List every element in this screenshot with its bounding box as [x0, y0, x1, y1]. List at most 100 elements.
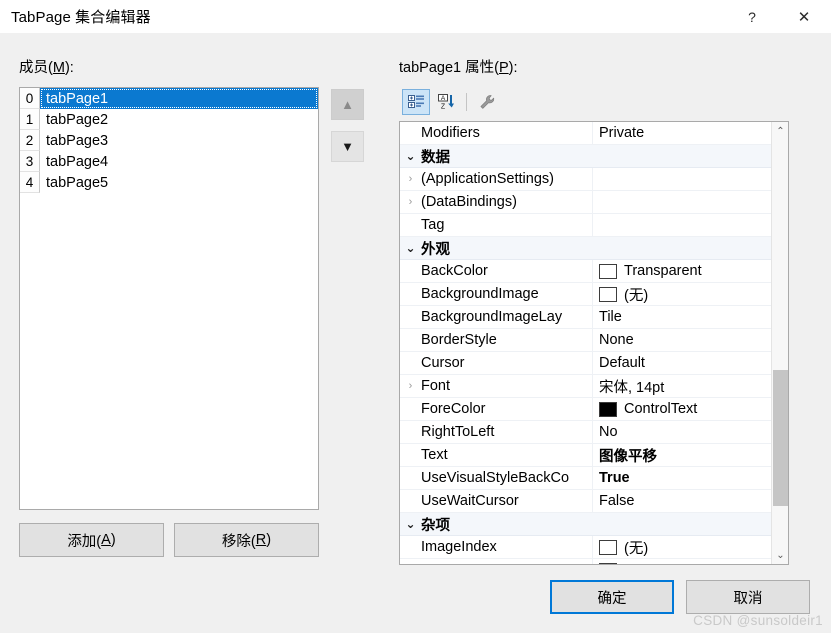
member-list-item[interactable]: 2 tabPage3 — [20, 130, 318, 151]
scrollbar-thumb[interactable] — [773, 370, 788, 506]
add-button-suffix: ) — [110, 532, 116, 548]
property-value[interactable]: True — [593, 467, 772, 489]
property-value[interactable]: None — [593, 329, 772, 351]
arrow-down-icon: ▼ — [341, 139, 354, 154]
property-grid[interactable]: Modifiers Private ⌄ 数据 › (ApplicationSettings… — [399, 121, 789, 565]
color-swatch — [599, 539, 617, 555]
chevron-right-icon[interactable]: › — [400, 191, 421, 213]
expander-spacer — [400, 467, 421, 489]
property-name: 数据 — [421, 149, 450, 166]
property-name: (ApplicationSettings) — [421, 168, 593, 190]
scroll-up-icon[interactable]: ⌃ — [772, 122, 788, 140]
expander-spacer — [400, 398, 421, 420]
ok-button[interactable]: 确定 — [550, 580, 674, 614]
member-list-item[interactable]: 3 tabPage4 — [20, 151, 318, 172]
property-row[interactable]: Text 图像平移 — [400, 444, 772, 467]
member-name: tabPage3 — [40, 130, 318, 151]
property-name: Font — [421, 375, 593, 397]
property-value[interactable]: (无) — [593, 536, 772, 558]
property-row[interactable]: ImageIndex (无) — [400, 536, 772, 559]
property-value[interactable]: Default — [593, 352, 772, 374]
property-category-row[interactable]: ⌄ 杂项 — [400, 513, 772, 536]
property-row[interactable]: UseWaitCursor False — [400, 490, 772, 513]
help-button[interactable]: ? — [729, 0, 775, 33]
property-value-text: (无) — [624, 540, 649, 557]
members-label-prefix: 成员( — [19, 60, 53, 76]
property-name: BorderStyle — [421, 329, 593, 351]
chevron-down-icon[interactable]: ⌄ — [400, 145, 421, 167]
categorized-view-button[interactable] — [402, 89, 430, 115]
members-listbox[interactable]: 0 tabPage1 1 tabPage2 2 tabPage3 3 tabPage4 4 tab… — [19, 87, 319, 510]
expander-spacer — [400, 214, 421, 236]
property-value[interactable]: (无) — [593, 283, 772, 305]
move-up-button[interactable]: ▲ — [331, 89, 364, 120]
property-value[interactable]: 图像平移 — [593, 444, 772, 466]
property-value[interactable] — [593, 237, 772, 259]
cancel-button[interactable]: 取消 — [686, 580, 810, 614]
property-value[interactable]: ControlText — [593, 398, 772, 420]
expander-spacer — [400, 536, 421, 558]
property-value[interactable]: Private — [593, 122, 772, 144]
property-value-text: None — [599, 332, 634, 348]
property-row[interactable]: BackgroundImage (无) — [400, 283, 772, 306]
property-row[interactable]: Tag — [400, 214, 772, 237]
chevron-right-icon[interactable]: › — [400, 168, 421, 190]
alphabetical-sort-button[interactable]: A Z — [432, 89, 460, 115]
remove-button[interactable]: 移除(R) — [174, 523, 319, 557]
member-index: 4 — [20, 172, 40, 193]
scroll-down-icon[interactable]: ⌄ — [772, 546, 788, 564]
property-category-row[interactable]: ⌄ 数据 — [400, 145, 772, 168]
chevron-right-icon[interactable]: › — [400, 375, 421, 397]
member-list-item[interactable]: 1 tabPage2 — [20, 109, 318, 130]
member-name: tabPage1 — [40, 88, 318, 109]
property-value[interactable] — [593, 145, 772, 167]
arrow-up-icon: ▲ — [341, 97, 354, 112]
property-value[interactable]: Transparent — [593, 260, 772, 282]
property-value[interactable] — [593, 559, 772, 564]
property-row[interactable] — [400, 559, 772, 564]
property-value[interactable]: No — [593, 421, 772, 443]
property-name: UseVisualStyleBackCo — [421, 467, 593, 489]
property-row[interactable]: BackColor Transparent — [400, 260, 772, 283]
expander-spacer — [400, 352, 421, 374]
property-name: 杂项 — [421, 517, 450, 534]
properties-label-prefix: tabPage1 属性( — [399, 60, 499, 76]
add-button[interactable]: 添加(A) — [19, 523, 164, 557]
chevron-down-icon[interactable]: ⌄ — [400, 237, 421, 259]
property-row[interactable]: BackgroundImageLay Tile — [400, 306, 772, 329]
move-down-button[interactable]: ▼ — [331, 131, 364, 162]
expander-spacer — [400, 283, 421, 305]
property-pages-button[interactable] — [473, 89, 501, 115]
property-name — [421, 559, 593, 564]
property-value[interactable] — [593, 214, 772, 236]
property-category-row[interactable]: ⌄ 外观 — [400, 237, 772, 260]
property-row[interactable]: ForeColor ControlText — [400, 398, 772, 421]
svg-text:A: A — [440, 95, 445, 102]
property-value[interactable] — [593, 513, 772, 535]
property-grid-scrollbar[interactable]: ⌃ ⌄ — [771, 122, 788, 564]
property-row[interactable]: Cursor Default — [400, 352, 772, 375]
property-value[interactable]: False — [593, 490, 772, 512]
member-index: 3 — [20, 151, 40, 172]
property-row[interactable]: › (DataBindings) — [400, 191, 772, 214]
property-row[interactable]: › (ApplicationSettings) — [400, 168, 772, 191]
sort-az-icon: A Z — [437, 94, 454, 110]
property-name: RightToLeft — [421, 421, 593, 443]
chevron-down-icon[interactable]: ⌄ — [400, 513, 421, 535]
property-row[interactable]: › Font 宋体, 14pt — [400, 375, 772, 398]
property-value[interactable] — [593, 168, 772, 190]
property-row[interactable]: BorderStyle None — [400, 329, 772, 352]
member-index: 0 — [20, 88, 40, 109]
property-value[interactable]: 宋体, 14pt — [593, 375, 772, 397]
property-name: BackColor — [421, 260, 593, 282]
expander-spacer — [400, 122, 421, 144]
close-icon[interactable]: ✕ — [781, 0, 827, 33]
svg-text:Z: Z — [440, 104, 445, 110]
property-value[interactable]: Tile — [593, 306, 772, 328]
member-list-item[interactable]: 0 tabPage1 — [20, 88, 318, 109]
property-row[interactable]: UseVisualStyleBackCo True — [400, 467, 772, 490]
property-row[interactable]: RightToLeft No — [400, 421, 772, 444]
property-value[interactable] — [593, 191, 772, 213]
property-row[interactable]: Modifiers Private — [400, 122, 772, 145]
member-list-item[interactable]: 4 tabPage5 — [20, 172, 318, 193]
